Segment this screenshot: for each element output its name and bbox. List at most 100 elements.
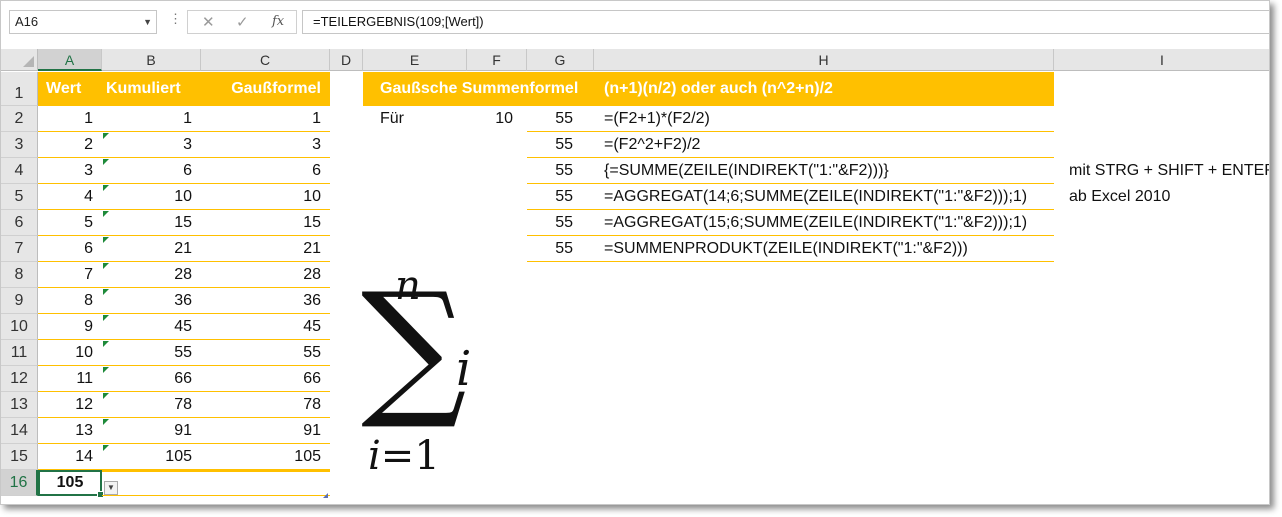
input-n-value[interactable]: 10 — [467, 106, 527, 132]
result-cell[interactable]: 55 — [527, 132, 594, 158]
total-cell[interactable]: 105 — [38, 470, 104, 498]
formula-input[interactable]: =TEILERGEBNIS(109;[Wert]) — [302, 10, 1269, 34]
row-header-4[interactable]: 4 — [1, 158, 38, 184]
result-cell[interactable]: 55 — [527, 158, 594, 184]
table-cell[interactable]: 55 — [102, 340, 201, 366]
table-cell[interactable]: 2 — [38, 132, 102, 158]
table-cell[interactable]: 8 — [38, 288, 102, 314]
row-header-3[interactable]: 3 — [1, 132, 38, 158]
header-cell-wert[interactable]: Wert — [38, 72, 102, 106]
column-header-a[interactable]: A — [38, 49, 102, 71]
table-cell[interactable]: 9 — [38, 314, 102, 340]
table-cell[interactable]: 7 — [38, 262, 102, 288]
table-cell[interactable]: 78 — [102, 392, 201, 418]
confirm-icon[interactable]: ✓ — [236, 13, 249, 31]
note-cell[interactable]: mit STRG + SHIFT + ENTER — [1054, 158, 1269, 184]
table-cell[interactable]: 21 — [201, 236, 330, 262]
table-cell[interactable]: 13 — [38, 418, 102, 444]
row-header-15[interactable]: 15 — [1, 444, 38, 470]
table-cell[interactable]: 66 — [102, 366, 201, 392]
label-fuer[interactable]: Für — [363, 106, 467, 132]
total-dropdown-icon[interactable]: ▼ — [104, 481, 118, 495]
table-cell[interactable]: 1 — [102, 106, 201, 132]
column-header-c[interactable]: C — [201, 49, 330, 71]
table-cell[interactable]: 91 — [201, 418, 330, 444]
row-header-9[interactable]: 9 — [1, 288, 38, 314]
result-cell[interactable]: 55 — [527, 236, 594, 262]
result-cell[interactable]: 55 — [527, 106, 594, 132]
formula-text-cell[interactable]: {=SUMME(ZEILE(INDIREKT("1:"&F2)))} — [594, 158, 1054, 184]
table-cell[interactable]: 91 — [102, 418, 201, 444]
table-cell[interactable]: 5 — [38, 210, 102, 236]
formula-text-cell[interactable]: =AGGREGAT(14;6;SUMME(ZEILE(INDIREKT("1:"… — [594, 184, 1054, 210]
table-cell[interactable]: 3 — [38, 158, 102, 184]
table-cell[interactable]: 12 — [38, 392, 102, 418]
table-cell[interactable]: 10 — [38, 340, 102, 366]
table-cell[interactable]: 105 — [102, 444, 201, 470]
table-resize-handle[interactable] — [323, 493, 328, 498]
table-cell[interactable]: 6 — [102, 158, 201, 184]
chevron-down-icon[interactable]: ▼ — [143, 11, 152, 33]
table-cell[interactable]: 66 — [201, 366, 330, 392]
row-header-5[interactable]: 5 — [1, 184, 38, 210]
column-header-e[interactable]: E — [363, 49, 467, 71]
table-cell[interactable]: 15 — [201, 210, 330, 236]
table-cell[interactable]: 78 — [201, 392, 330, 418]
formula-text-cell[interactable]: =SUMMENPRODUKT(ZEILE(INDIREKT("1:"&F2))) — [594, 236, 1054, 262]
column-header-f[interactable]: F — [467, 49, 527, 71]
header-cell-formel[interactable]: (n+1)(n/2) oder auch (n^2+n)/2 — [594, 72, 1054, 106]
result-cell[interactable]: 55 — [527, 184, 594, 210]
row-header-11[interactable]: 11 — [1, 340, 38, 366]
cancel-icon[interactable]: ✕ — [202, 13, 215, 31]
row-header-7[interactable]: 7 — [1, 236, 38, 262]
table-cell[interactable]: 6 — [201, 158, 330, 184]
table-cell[interactable]: 55 — [201, 340, 330, 366]
sigma-term: i — [456, 341, 472, 397]
table-cell[interactable]: 10 — [102, 184, 201, 210]
row-header-10[interactable]: 10 — [1, 314, 38, 340]
name-box[interactable]: A16 ▼ — [9, 10, 157, 34]
row-header-6[interactable]: 6 — [1, 210, 38, 236]
header-cell-gaussformel[interactable]: Gaußformel — [201, 72, 330, 106]
column-header-h[interactable]: H — [594, 49, 1054, 71]
row-header-14[interactable]: 14 — [1, 418, 38, 444]
table-cell[interactable]: 11 — [38, 366, 102, 392]
table-cell[interactable]: 105 — [201, 444, 330, 470]
row-header-1[interactable]: 1 — [1, 72, 38, 106]
table-cell[interactable]: 36 — [201, 288, 330, 314]
table-cell[interactable]: 15 — [102, 210, 201, 236]
table-cell[interactable]: 45 — [201, 314, 330, 340]
table-cell[interactable]: 21 — [102, 236, 201, 262]
formula-text-cell[interactable]: =(F2+1)*(F2/2) — [594, 106, 1054, 132]
result-cell[interactable]: 55 — [527, 210, 594, 236]
table-cell[interactable]: 1 — [38, 106, 102, 132]
header-cell-kumuliert[interactable]: Kumuliert — [102, 72, 201, 106]
table-cell[interactable]: 28 — [201, 262, 330, 288]
table-cell[interactable]: 14 — [38, 444, 102, 470]
column-header-b[interactable]: B — [102, 49, 201, 71]
table-cell[interactable]: 4 — [38, 184, 102, 210]
column-header-i[interactable]: I — [1054, 49, 1269, 71]
more-options-icon[interactable]: ⋮ — [169, 11, 182, 27]
table-cell[interactable]: 28 — [102, 262, 201, 288]
row-header-13[interactable]: 13 — [1, 392, 38, 418]
table-cell[interactable]: 3 — [201, 132, 330, 158]
table-cell[interactable]: 45 — [102, 314, 201, 340]
row-header-8[interactable]: 8 — [1, 262, 38, 288]
formula-text-cell[interactable]: =(F2^2+F2)/2 — [594, 132, 1054, 158]
row-header-12[interactable]: 12 — [1, 366, 38, 392]
row-header-16[interactable]: 16 — [1, 470, 38, 496]
table-cell[interactable]: 10 — [201, 184, 330, 210]
insert-function-icon[interactable]: fx — [272, 14, 284, 29]
column-header-g[interactable]: G — [527, 49, 594, 71]
select-all-button[interactable] — [1, 49, 38, 71]
row-header-2[interactable]: 2 — [1, 106, 38, 132]
column-header-d[interactable]: D — [330, 49, 363, 71]
table-cell[interactable]: 3 — [102, 132, 201, 158]
table-cell[interactable]: 1 — [201, 106, 330, 132]
header-cell-summenformel[interactable]: Gaußsche Summenformel — [363, 72, 594, 106]
note-cell[interactable]: ab Excel 2010 — [1054, 184, 1269, 210]
table-cell[interactable]: 36 — [102, 288, 201, 314]
table-cell[interactable]: 6 — [38, 236, 102, 262]
formula-text-cell[interactable]: =AGGREGAT(15;6;SUMME(ZEILE(INDIREKT("1:"… — [594, 210, 1054, 236]
